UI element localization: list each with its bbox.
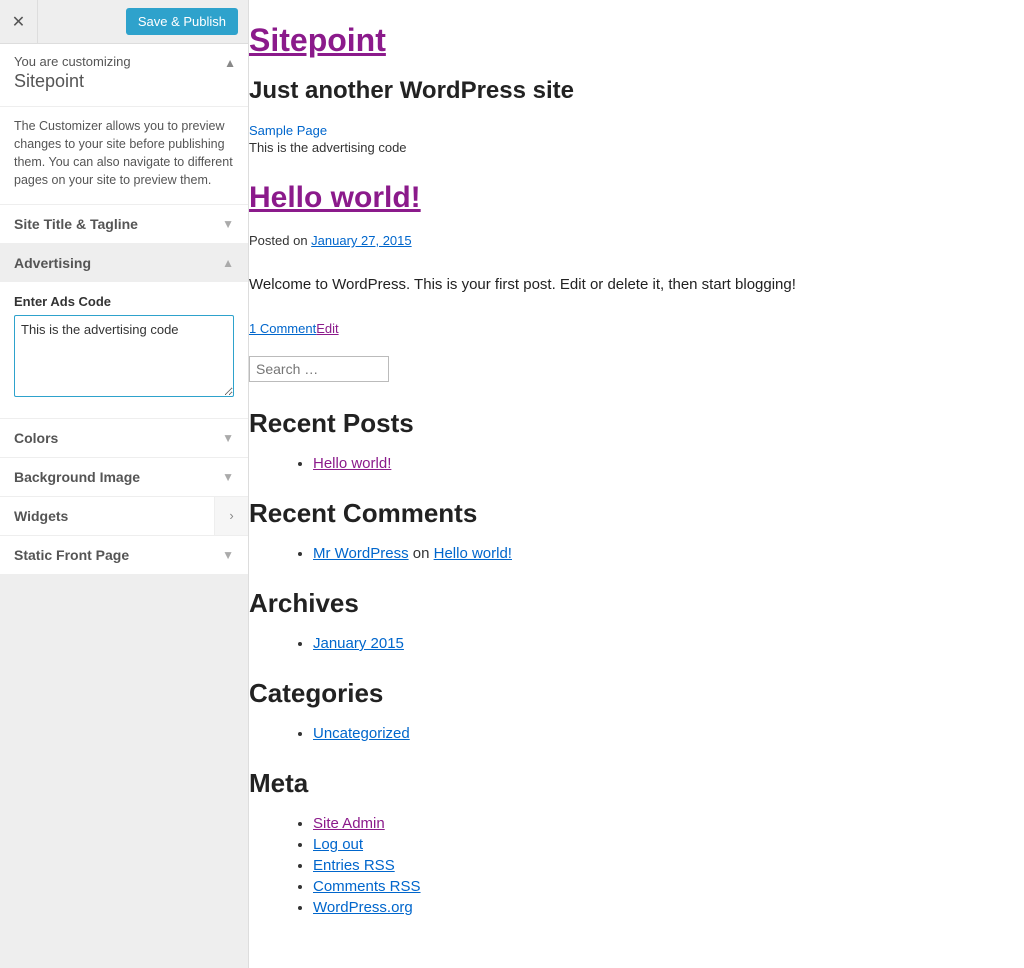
section-label: Background Image [14, 469, 140, 485]
meta-link-comments-rss[interactable]: Comments RSS [313, 878, 421, 895]
post-body: Welcome to WordPress. This is your first… [249, 276, 1024, 293]
on-text: on [409, 545, 434, 562]
site-title: Sitepoint [249, 22, 1024, 59]
site-title-link[interactable]: Sitepoint [249, 22, 386, 58]
list-item: WordPress.org [313, 899, 1024, 916]
site-name-label: Sitepoint [14, 71, 234, 92]
archives-heading: Archives [249, 588, 1024, 619]
help-text: The Customizer allows you to preview cha… [0, 107, 248, 205]
section-static-front-page[interactable]: Static Front Page ▼ [0, 536, 248, 574]
section-site-title[interactable]: Site Title & Tagline ▼ [0, 205, 248, 243]
customizer-sidebar: ✕ Save & Publish You are customizing Sit… [0, 0, 249, 968]
site-tagline: Just another WordPress site [249, 77, 1024, 105]
comment-post-link[interactable]: Hello world! [434, 545, 512, 562]
meta-list: Site Admin Log out Entries RSS Comments … [313, 815, 1024, 916]
customizing-label: You are customizing [14, 54, 234, 69]
section-colors[interactable]: Colors ▼ [0, 419, 248, 457]
categories-heading: Categories [249, 678, 1024, 709]
advertising-body: Enter Ads Code [0, 282, 248, 418]
customizer-info: You are customizing Sitepoint ▲ [0, 44, 248, 107]
posted-on-label: Posted on [249, 233, 311, 248]
recent-post-link[interactable]: Hello world! [313, 455, 391, 472]
close-button[interactable]: ✕ [0, 0, 38, 44]
recent-comments-list: Mr WordPress on Hello world! [313, 545, 1024, 562]
accordion: Site Title & Tagline ▼ Advertising ▲ Ent… [0, 205, 248, 575]
archive-link[interactable]: January 2015 [313, 635, 404, 652]
post-date-link[interactable]: January 27, 2015 [311, 233, 411, 248]
meta-link-site-admin[interactable]: Site Admin [313, 815, 385, 832]
ads-code-textarea[interactable] [14, 315, 234, 397]
chevron-down-icon: ▼ [222, 548, 234, 562]
recent-posts-heading: Recent Posts [249, 408, 1024, 439]
ads-field-label: Enter Ads Code [14, 294, 234, 309]
section-label: Widgets [0, 497, 214, 535]
list-item: January 2015 [313, 635, 1024, 652]
archives-list: January 2015 [313, 635, 1024, 652]
meta-link-logout[interactable]: Log out [313, 836, 363, 853]
list-item: Mr WordPress on Hello world! [313, 545, 1024, 562]
section-background-image[interactable]: Background Image ▼ [0, 458, 248, 496]
post-title-link[interactable]: Hello world! [249, 181, 421, 214]
chevron-down-icon: ▼ [222, 217, 234, 231]
list-item: Site Admin [313, 815, 1024, 832]
sidebar-topbar: ✕ Save & Publish [0, 0, 248, 44]
search-input[interactable] [249, 356, 389, 382]
recent-comments-heading: Recent Comments [249, 498, 1024, 529]
chevron-up-icon: ▲ [222, 256, 234, 270]
chevron-right-icon: › [214, 497, 248, 535]
ads-output: This is the advertising code [249, 140, 1024, 155]
meta-link-entries-rss[interactable]: Entries RSS [313, 857, 395, 874]
list-item: Uncategorized [313, 725, 1024, 742]
collapse-info-icon[interactable]: ▲ [224, 56, 236, 70]
recent-posts-list: Hello world! [313, 455, 1024, 472]
comments-link[interactable]: 1 Comment [249, 321, 316, 336]
list-item: Hello world! [313, 455, 1024, 472]
meta-link-wordpress-org[interactable]: WordPress.org [313, 899, 413, 916]
list-item: Entries RSS [313, 857, 1024, 874]
section-label: Site Title & Tagline [14, 216, 138, 232]
meta-heading: Meta [249, 768, 1024, 799]
categories-list: Uncategorized [313, 725, 1024, 742]
edit-link[interactable]: Edit [316, 321, 338, 336]
chevron-down-icon: ▼ [222, 470, 234, 484]
section-label: Advertising [14, 255, 91, 271]
post-meta: Posted on January 27, 2015 [249, 233, 1024, 248]
post-title: Hello world! [249, 181, 1024, 215]
site-preview: Sitepoint Just another WordPress site Sa… [249, 0, 1024, 968]
save-publish-button[interactable]: Save & Publish [126, 8, 238, 35]
list-item: Log out [313, 836, 1024, 853]
nav-sample-page[interactable]: Sample Page [249, 123, 327, 138]
section-widgets[interactable]: Widgets › [0, 497, 248, 536]
section-advertising[interactable]: Advertising ▲ [0, 244, 248, 282]
chevron-down-icon: ▼ [222, 431, 234, 445]
section-label: Static Front Page [14, 547, 129, 563]
section-label: Colors [14, 430, 58, 446]
comment-author-link[interactable]: Mr WordPress [313, 545, 409, 562]
category-link[interactable]: Uncategorized [313, 725, 410, 742]
list-item: Comments RSS [313, 878, 1024, 895]
post-footer: 1 CommentEdit [249, 321, 1024, 336]
close-icon: ✕ [12, 12, 25, 32]
